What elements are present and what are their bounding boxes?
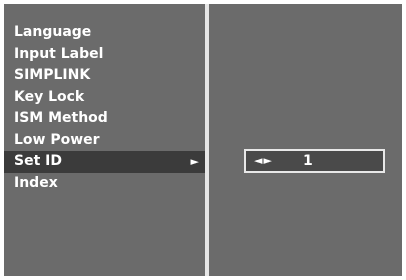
menu-item-label: SIMPLINK — [14, 67, 91, 83]
option-menu: Language Input Label SIMPLINK Key Lock I… — [4, 22, 205, 194]
menu-item-set-id[interactable]: Set ID ► — [4, 151, 205, 173]
right-triangle-icon: ► — [190, 155, 199, 168]
set-id-value-selector[interactable]: ◄► 1 — [244, 149, 385, 173]
tv-settings-screen: Language Input Label SIMPLINK Key Lock I… — [0, 0, 406, 280]
menu-item-ism-method[interactable]: ISM Method — [4, 108, 205, 130]
menu-item-label: Index — [14, 174, 58, 191]
menu-item-input-label[interactable]: Input Label — [4, 44, 205, 66]
menu-item-label: Low Power — [14, 131, 100, 148]
menu-item-simplink[interactable]: SIMPLINK — [4, 65, 205, 87]
set-id-value: 1 — [303, 153, 313, 169]
menu-panel: Language Input Label SIMPLINK Key Lock I… — [4, 4, 205, 276]
menu-item-low-power[interactable]: Low Power — [4, 130, 205, 152]
menu-item-key-lock[interactable]: Key Lock — [4, 87, 205, 109]
menu-item-language[interactable]: Language — [4, 22, 205, 44]
menu-item-label: Language — [14, 24, 92, 40]
menu-item-index[interactable]: Index — [4, 173, 205, 195]
menu-item-label: Set ID — [14, 153, 62, 169]
menu-item-label: Key Lock — [14, 88, 85, 105]
menu-item-label: Input Label — [14, 45, 104, 62]
left-right-arrows-icon: ◄► — [254, 154, 273, 167]
submenu-panel: ◄► 1 — [209, 4, 402, 276]
menu-item-label: ISM Method — [14, 110, 108, 126]
